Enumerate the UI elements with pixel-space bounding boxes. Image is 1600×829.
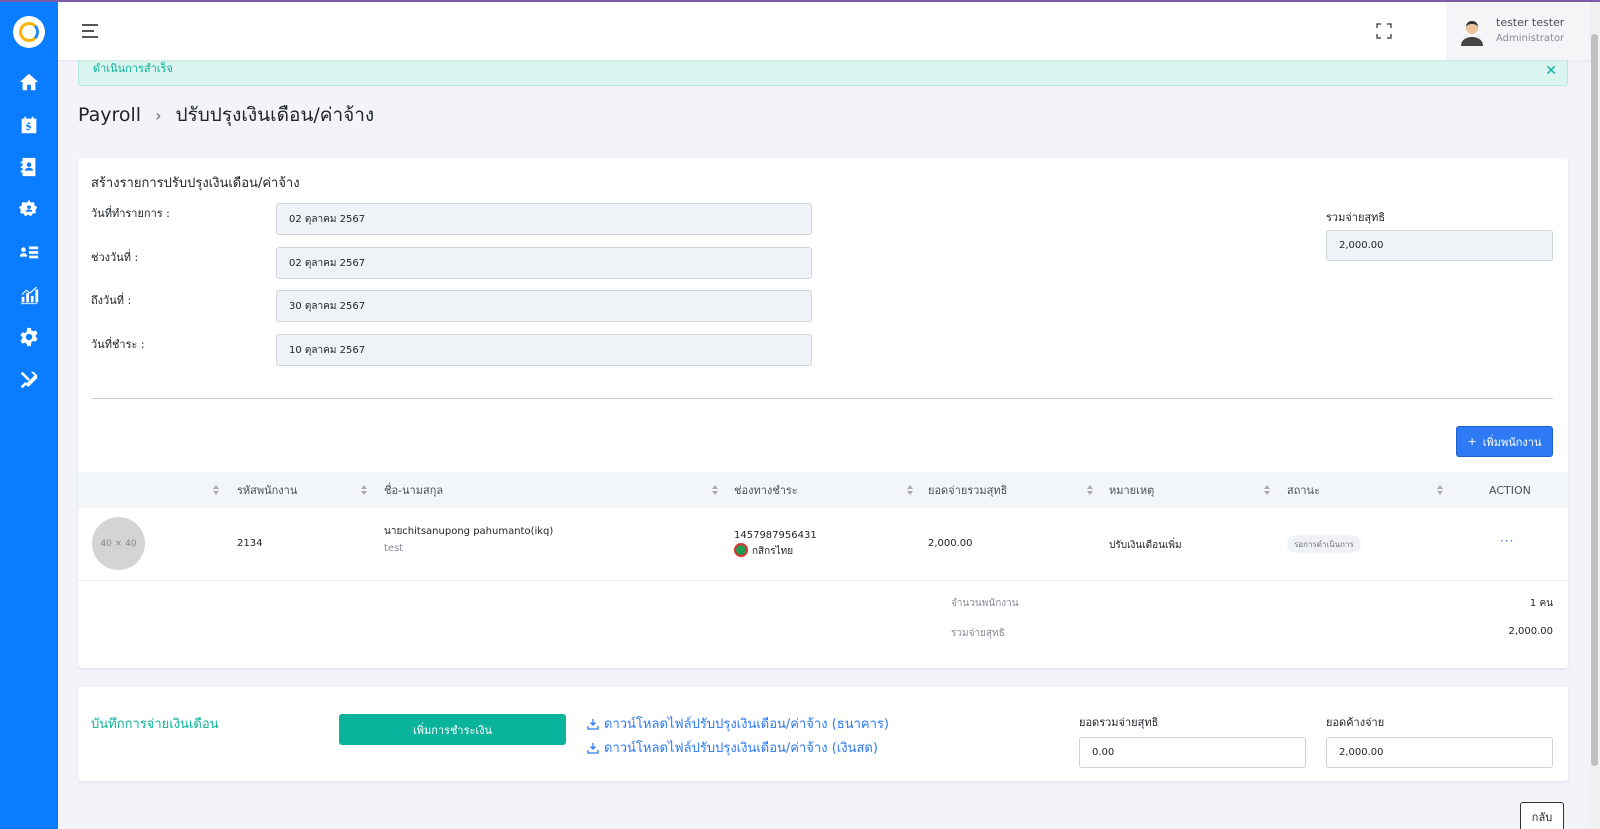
user-role: Administrator xyxy=(1496,33,1565,44)
status-badge: รอการดำเนินการ xyxy=(1287,535,1361,553)
bank-name: กสิกรไทย xyxy=(752,546,794,557)
page-scrollbar[interactable] xyxy=(1589,0,1600,829)
column-payment-channel[interactable]: ช่องทางชำระ xyxy=(734,472,798,508)
payment-record-card: บันทึกการจ่ายเงินเดือน เพิ่มการชำระเงิน … xyxy=(78,687,1568,781)
outstanding-field[interactable]: 2,000.00 xyxy=(1326,737,1553,768)
download-bank-link[interactable]: ดาวน์โหลดไฟล์ปรับปรุงเงินเดือน/ค่าจ้าง (… xyxy=(587,713,889,734)
contact-book-icon[interactable] xyxy=(17,155,41,179)
row-note: ปรับเงินเดือนเพิ่ม xyxy=(1109,540,1182,551)
report-chart-icon[interactable] xyxy=(17,283,41,307)
employee-list-icon[interactable] xyxy=(17,240,41,264)
payment-date-label: วันที่ชำระ : xyxy=(91,338,145,351)
team-settings-icon[interactable] xyxy=(17,197,41,221)
sort-icon[interactable] xyxy=(1436,484,1444,496)
period-start-label: ช่วงวันที่ : xyxy=(91,251,139,264)
add-employee-button[interactable]: + เพิ่มพนักงาน xyxy=(1456,426,1553,457)
employee-sub: test xyxy=(384,543,404,554)
outstanding-label: ยอดค้างจ่าย xyxy=(1326,716,1385,729)
employee-id: 2134 xyxy=(237,538,263,549)
breadcrumb-root[interactable]: Payroll xyxy=(78,104,141,126)
app-logo[interactable] xyxy=(13,16,45,48)
add-employee-label: เพิ่มพนักงาน xyxy=(1482,435,1542,449)
row-net-total: 2,000.00 xyxy=(928,538,973,549)
net-total-label: รวมจ่ายสุทธิ xyxy=(1326,211,1386,224)
column-employee-id[interactable]: รหัสพนักงาน xyxy=(237,472,297,508)
payment-record-title: บันทึกการจ่ายเงินเดือน xyxy=(91,717,219,732)
period-start-field[interactable]: 02 ตุลาคม 2567 xyxy=(276,247,812,279)
bank-account-number: 1457987956431 xyxy=(734,530,817,541)
download-icon xyxy=(587,718,599,730)
transaction-date-field[interactable]: 02 ตุลาคม 2567 xyxy=(276,203,812,235)
table-row: 40 × 40 2134 นายchitsanupong pahumanto(i… xyxy=(78,508,1568,581)
employee-name-cell: นายchitsanupong pahumanto(ikq) test xyxy=(384,524,553,554)
paid-total-field[interactable]: 0.00 xyxy=(1079,737,1306,768)
add-payment-button[interactable]: เพิ่มการชำระเงิน xyxy=(339,714,566,745)
download-cash-label: ดาวน์โหลดไฟล์ปรับปรุงเงินเดือน/ค่าจ้าง (… xyxy=(604,741,878,756)
payment-channel-cell: 1457987956431 กสิกรไทย xyxy=(734,530,817,559)
sort-icon[interactable] xyxy=(711,484,719,496)
sort-icon[interactable] xyxy=(212,484,220,496)
transaction-date-label: วันที่ทำรายการ : xyxy=(91,207,170,220)
alert-message: ดำเนินการสำเร็จ xyxy=(93,62,173,75)
menu-toggle-icon[interactable] xyxy=(82,24,98,38)
column-status[interactable]: สถานะ xyxy=(1287,472,1320,508)
sort-icon[interactable] xyxy=(360,484,368,496)
summary-net-value: 2,000.00 xyxy=(1508,626,1553,637)
fullscreen-icon[interactable] xyxy=(1376,23,1392,39)
form-title: สร้างรายการปรับปรุงเงินเดือน/ค่าจ้าง xyxy=(91,176,300,191)
payroll-calendar-icon[interactable] xyxy=(17,113,41,137)
column-name[interactable]: ชื่อ-นามสกุล xyxy=(384,472,443,508)
download-icon xyxy=(587,742,599,754)
scrollbar-thumb[interactable] xyxy=(1591,34,1598,766)
period-end-field[interactable]: 30 ตุลาคม 2567 xyxy=(276,290,812,322)
user-avatar-icon xyxy=(1461,21,1483,46)
close-icon[interactable]: ✕ xyxy=(1545,63,1557,79)
top-header: tester tester Administrator xyxy=(58,2,1590,60)
sort-icon[interactable] xyxy=(1263,484,1271,496)
divider xyxy=(91,398,1553,399)
paid-total-label: ยอดรวมจ่ายสุทธิ xyxy=(1079,716,1159,729)
employee-count-label: จำนวนพนักงาน xyxy=(951,598,1019,609)
sidebar xyxy=(0,0,58,829)
success-alert: ดำเนินการสำเร็จ ✕ xyxy=(78,56,1568,86)
employee-avatar: 40 × 40 xyxy=(92,517,145,570)
top-accent-line xyxy=(0,0,1600,2)
user-name: tester tester xyxy=(1496,16,1565,29)
employee-name: นายchitsanupong pahumanto(ikq) xyxy=(384,526,554,537)
user-menu[interactable]: tester tester Administrator xyxy=(1446,2,1590,60)
net-total-field: 2,000.00 xyxy=(1326,230,1553,261)
sort-icon[interactable] xyxy=(1086,484,1094,496)
settings-gear-icon[interactable] xyxy=(17,325,41,349)
row-action-menu-icon[interactable]: ··· xyxy=(1500,534,1514,548)
adjustment-form-card: สร้างรายการปรับปรุงเงินเดือน/ค่าจ้าง วัน… xyxy=(78,158,1568,668)
table-header: รหัสพนักงาน ชื่อ-นามสกุล ช่องทางชำระ ยอด… xyxy=(78,472,1568,508)
payment-date-field[interactable]: 10 ตุลาคม 2567 xyxy=(276,334,812,366)
plus-icon: + xyxy=(1467,435,1477,448)
chevron-right-icon: › xyxy=(155,105,162,125)
home-icon[interactable] xyxy=(17,70,41,94)
breadcrumb: Payroll › ปรับปรุงเงินเดือน/ค่าจ้าง xyxy=(78,100,374,130)
column-note[interactable]: หมายเหตุ xyxy=(1109,472,1154,508)
sort-icon[interactable] xyxy=(906,484,914,496)
page-title: ปรับปรุงเงินเดือน/ค่าจ้าง xyxy=(175,104,375,126)
employee-count: 1 คน xyxy=(1529,598,1553,609)
back-button[interactable]: กลับ xyxy=(1520,802,1564,829)
kasikorn-bank-icon xyxy=(734,543,748,557)
download-bank-label: ดาวน์โหลดไฟล์ปรับปรุงเงินเดือน/ค่าจ้าง (… xyxy=(604,717,889,732)
summary-net-label: รวมจ่ายสุทธิ xyxy=(951,628,1005,639)
column-net-total[interactable]: ยอดจ่ายรวมสุทธิ xyxy=(928,472,1007,508)
column-action: ACTION xyxy=(1489,483,1531,497)
period-end-label: ถึงวันที่ : xyxy=(91,294,132,307)
download-cash-link[interactable]: ดาวน์โหลดไฟล์ปรับปรุงเงินเดือน/ค่าจ้าง (… xyxy=(587,737,878,758)
tools-icon[interactable] xyxy=(17,368,41,392)
